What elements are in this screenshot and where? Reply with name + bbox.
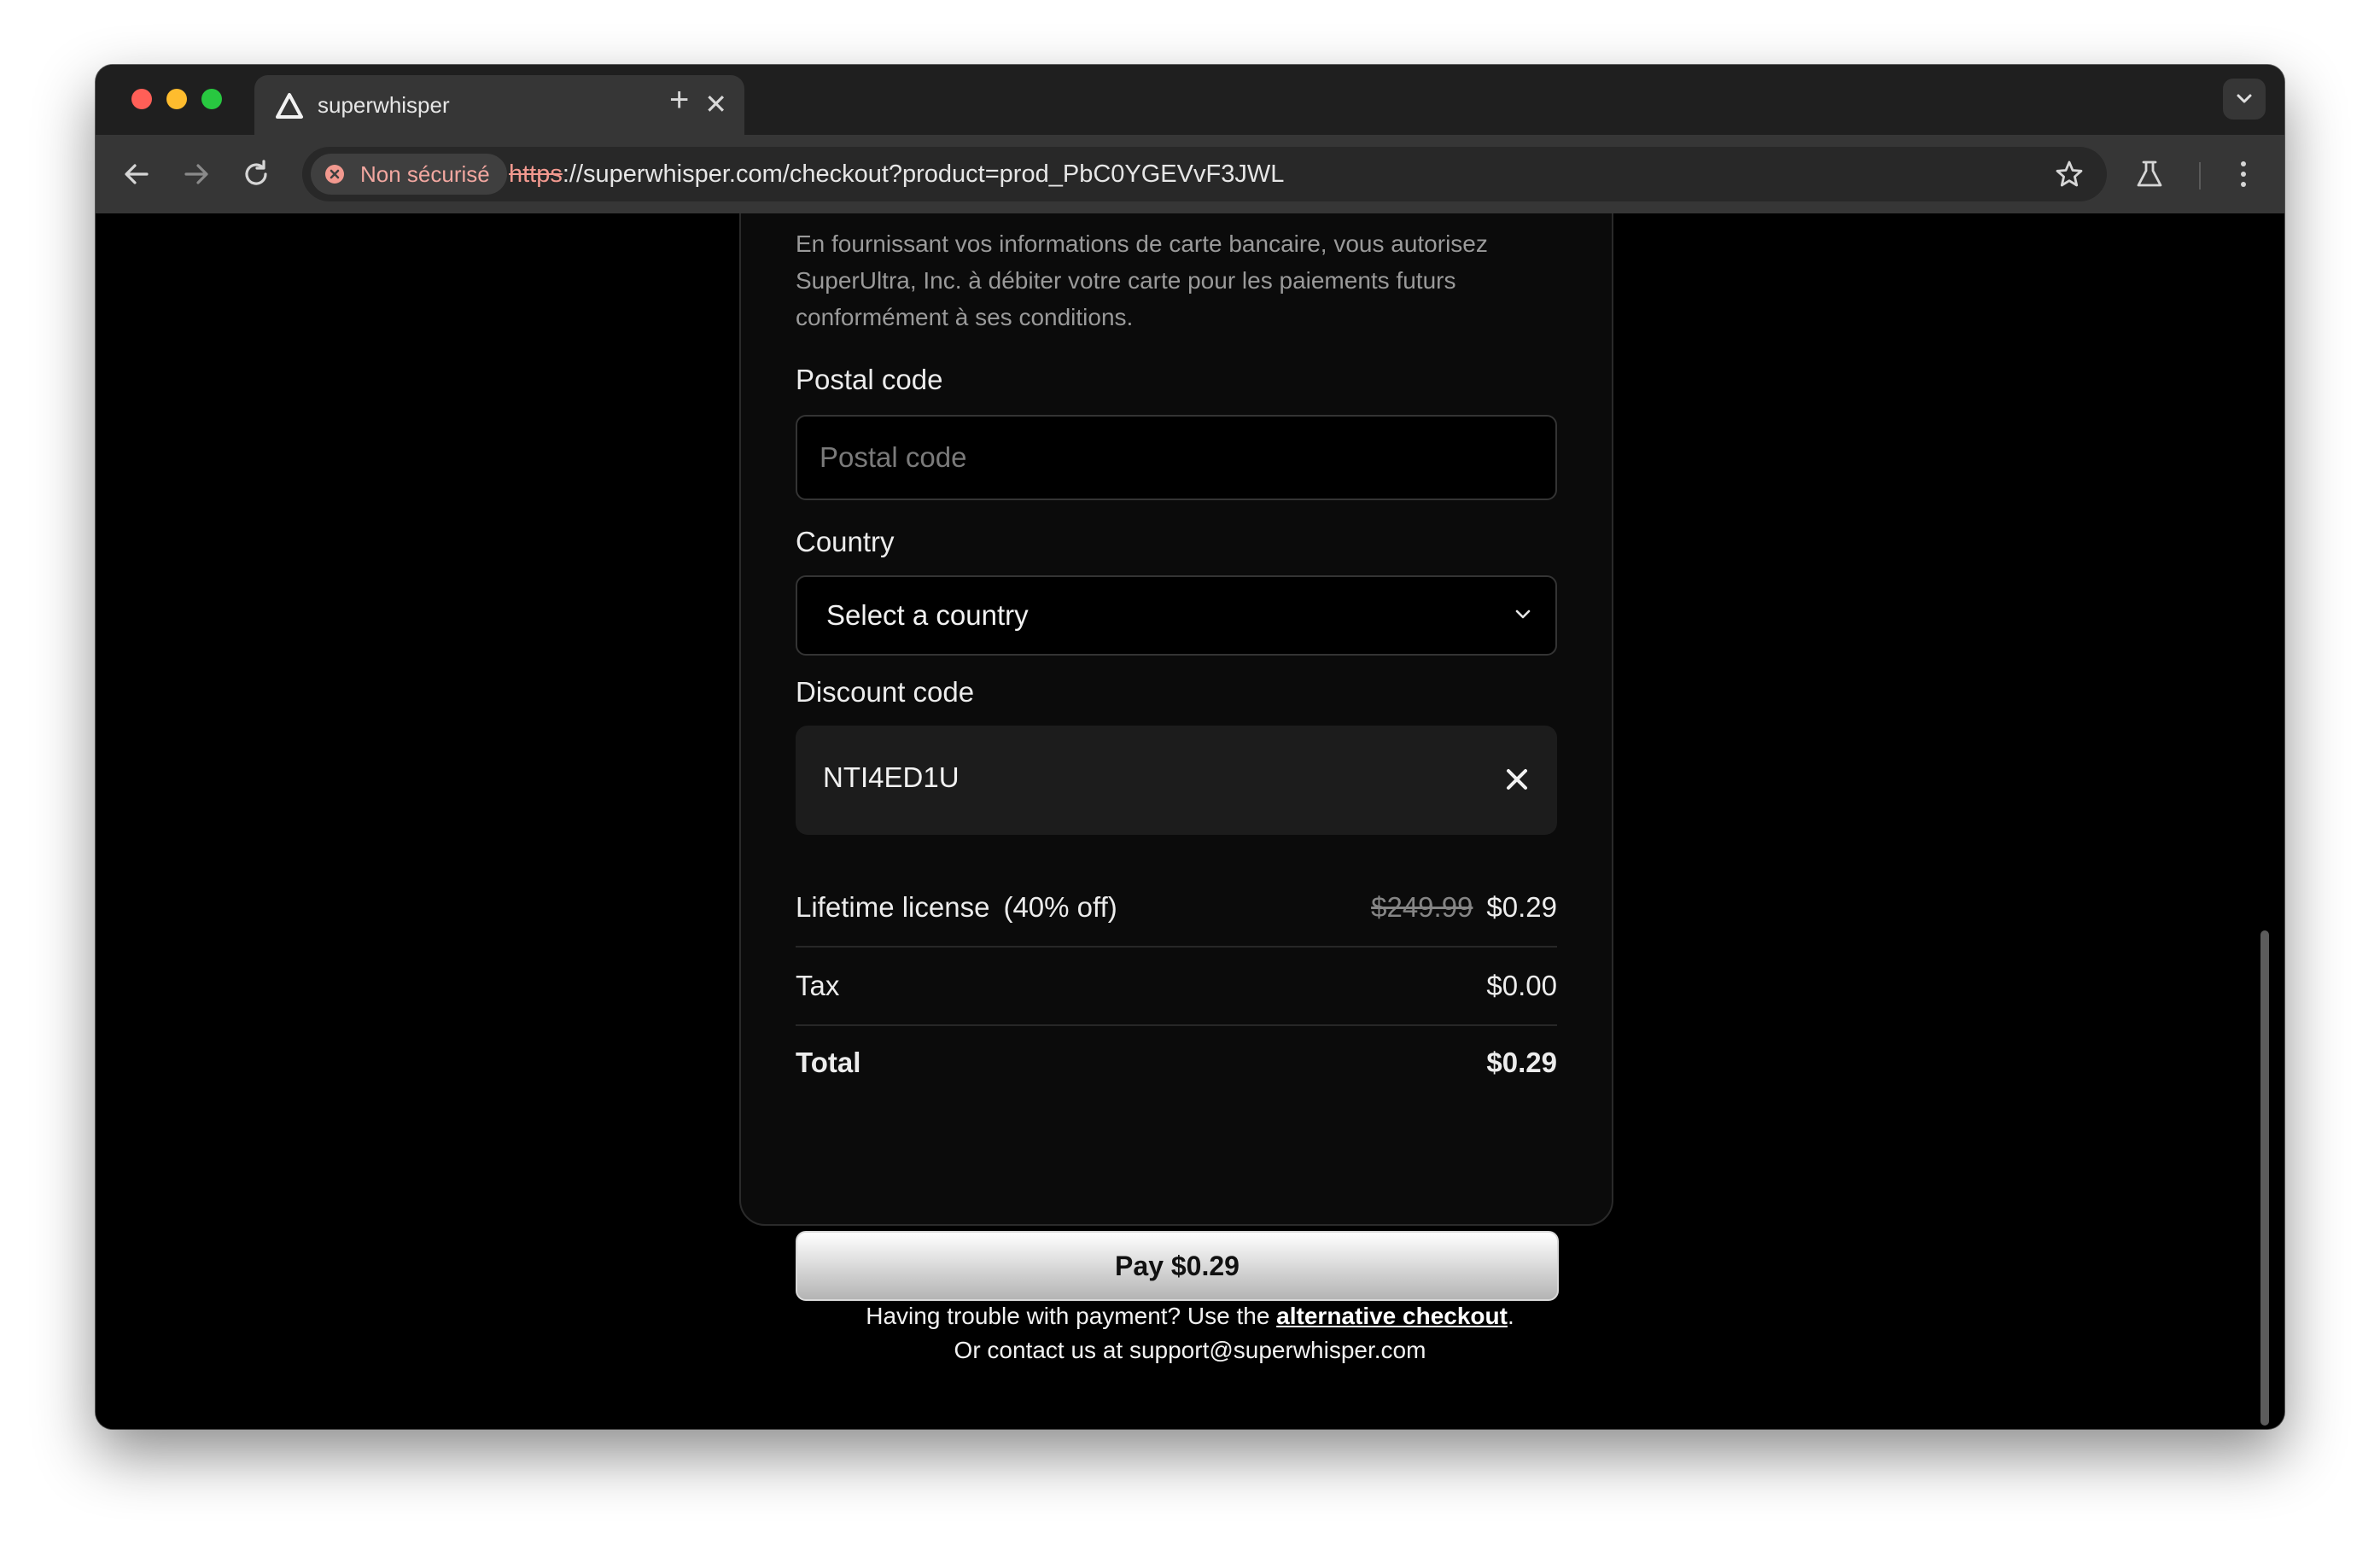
labs-flask-icon[interactable] (2134, 159, 2165, 190)
scrollbar-thumb[interactable] (2260, 930, 2269, 1426)
card-authorization-notice: En fournissant vos informations de carte… (796, 230, 1488, 330)
superwhisper-logo-icon (276, 93, 303, 119)
payment-help-line: Having trouble with payment? Use the alt… (96, 1303, 2284, 1330)
help-text-prefix: Having trouble with payment? Use the (866, 1303, 1277, 1329)
checkout-card: En fournissant vos informations de carte… (739, 213, 1613, 1301)
chevron-down-icon (1515, 609, 1531, 619)
license-name: Lifetime license (796, 891, 990, 923)
security-label: Non sécurisé (360, 161, 490, 187)
country-select-value: Select a country (826, 599, 1029, 631)
tab-close-icon[interactable]: ✕ (704, 87, 727, 121)
maximize-window-button[interactable] (201, 89, 222, 109)
pay-button[interactable]: Pay $0.29 (796, 1231, 1559, 1301)
country-label: Country (796, 526, 895, 557)
url-rest: ://superwhisper.com/checkout?product=pro… (562, 160, 1285, 188)
bookmark-star-icon[interactable] (2054, 159, 2085, 190)
line-item-tax: Tax $0.00 (796, 948, 1557, 1026)
address-bar[interactable]: Non sécurisé https://superwhisper.com/ch… (302, 147, 2107, 201)
tax-label: Tax (796, 970, 840, 1001)
reload-icon[interactable] (239, 157, 273, 191)
tab-title: superwhisper (318, 92, 450, 118)
applied-discount-code: NTI4ED1U (796, 726, 1557, 835)
help-text-suffix: . (1507, 1303, 1514, 1329)
line-item-price: $249.99 $0.29 (1371, 891, 1557, 924)
close-icon[interactable] (1504, 767, 1530, 792)
browser-window: superwhisper ✕ + Non sécurisé https://su… (96, 65, 2284, 1429)
original-price: $249.99 (1371, 891, 1473, 923)
alternative-checkout-link[interactable]: alternative checkout (1276, 1303, 1508, 1329)
warning-circle-icon (325, 165, 344, 184)
postal-code-field[interactable] (796, 415, 1557, 500)
tab-search-button[interactable] (2223, 79, 2266, 120)
browser-toolbar: Non sécurisé https://superwhisper.com/ch… (96, 135, 2284, 213)
toolbar-divider (2199, 162, 2201, 190)
postal-code-label: Postal code (796, 364, 943, 395)
discount-code-label: Discount code (796, 676, 975, 708)
total-row: Total $0.29 (796, 1024, 1557, 1101)
more-menu-icon[interactable] (2237, 159, 2250, 190)
line-item-label: Lifetime license (40% off) (796, 891, 1117, 924)
chevron-down-icon (2237, 94, 2252, 103)
close-window-button[interactable] (131, 89, 152, 109)
discount-note: (40% off) (1003, 891, 1117, 923)
country-select[interactable]: Select a country (796, 575, 1557, 656)
security-indicator[interactable]: Non sécurisé (311, 154, 507, 195)
new-tab-icon[interactable]: + (669, 79, 689, 121)
total-value: $0.29 (1486, 1047, 1557, 1078)
support-contact-line: Or contact us at support@superwhisper.co… (954, 1337, 1426, 1363)
minimize-window-button[interactable] (166, 89, 187, 109)
url-text[interactable]: https://superwhisper.com/checkout?produc… (509, 160, 1284, 189)
url-scheme: https (509, 160, 563, 188)
forward-arrow-icon[interactable] (179, 157, 213, 191)
line-item-license: Lifetime license (40% off) $249.99 $0.29 (796, 869, 1557, 948)
back-arrow-icon[interactable] (120, 157, 154, 191)
tax-value: $0.00 (1486, 970, 1557, 1001)
total-label: Total (796, 1047, 861, 1078)
discount-code-value: NTI4ED1U (823, 761, 960, 793)
postal-code-input[interactable] (797, 417, 1555, 499)
title-bar: superwhisper ✕ + (96, 65, 2284, 135)
discounted-price: $0.29 (1486, 891, 1557, 923)
page-viewport: En fournissant vos informations de carte… (96, 213, 2284, 1429)
